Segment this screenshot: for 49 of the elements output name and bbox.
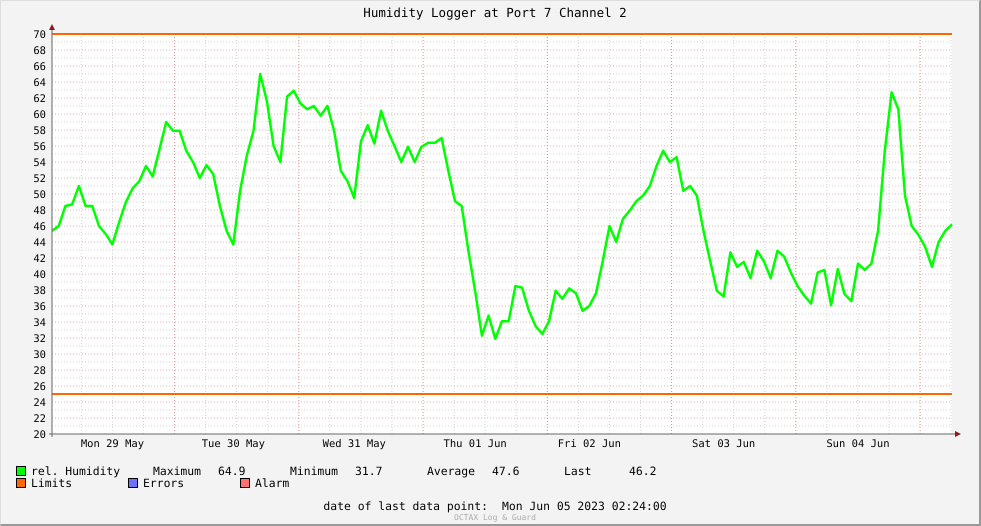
axis-label: 44: [33, 237, 46, 249]
stat-value: 47.6: [492, 464, 520, 478]
legend-label: rel. Humidity: [31, 464, 120, 478]
axis-label: Mon 29 May: [80, 438, 144, 450]
axis-label: Fri 02 Jun: [558, 438, 621, 450]
legend-label: Errors: [143, 476, 184, 490]
axis-label: Tue 30 May: [202, 438, 265, 450]
axis-label: 62: [33, 93, 46, 105]
axis-label: 48: [33, 205, 46, 217]
axis-label: 22: [33, 413, 46, 425]
axis-label: 56: [33, 141, 46, 153]
axis-label: 42: [33, 253, 46, 265]
last-data-date: Mon Jun 05 2023 02:24:00: [502, 499, 667, 513]
axis-label: 28: [33, 365, 46, 377]
last-data-label: date of last data point:: [323, 499, 488, 513]
axis-label: 60: [33, 109, 46, 121]
stat-value: 64.9: [218, 464, 246, 478]
stat-label: Maximum: [153, 464, 202, 478]
axis-label: 68: [33, 45, 46, 57]
axis-label: 66: [33, 61, 46, 73]
axis-label: Sun 04 Jun: [826, 438, 890, 450]
axis-label: 40: [33, 269, 46, 281]
axis-label: 20: [33, 429, 46, 441]
axis-label: 36: [33, 301, 46, 313]
legend-label: Limits: [31, 476, 72, 490]
axis-label: Wed 31 May: [322, 438, 386, 450]
axis-label: 38: [33, 285, 46, 297]
axis-label: 46: [33, 221, 46, 233]
stat-label: Last: [564, 464, 592, 478]
stat-label: Minimum: [290, 464, 340, 478]
chart-title: Humidity Logger at Port 7 Channel 2: [363, 4, 627, 20]
axis-label: 54: [33, 157, 46, 169]
axis-label: 64: [33, 77, 46, 89]
stat-value: 31.7: [355, 464, 382, 478]
legend-label: Alarm: [255, 476, 290, 490]
axis-label: 70: [33, 29, 46, 41]
axis-label: 30: [33, 349, 46, 361]
stat-value: 46.2: [629, 464, 656, 478]
axis-label: Thu 01 Jun: [444, 438, 507, 450]
axis-label: 58: [33, 125, 46, 137]
axis-label: 32: [33, 333, 46, 345]
footer-credit: OCTAX Log & Guard: [454, 513, 536, 522]
axis-label: 52: [33, 173, 46, 185]
axis-label: 26: [33, 381, 46, 393]
axis-label: 24: [33, 397, 46, 409]
axis-label: Sat 03 Jun: [692, 438, 756, 450]
stat-label: Average: [427, 464, 476, 478]
axis-label: 34: [33, 317, 46, 329]
axis-label: 50: [33, 189, 46, 201]
